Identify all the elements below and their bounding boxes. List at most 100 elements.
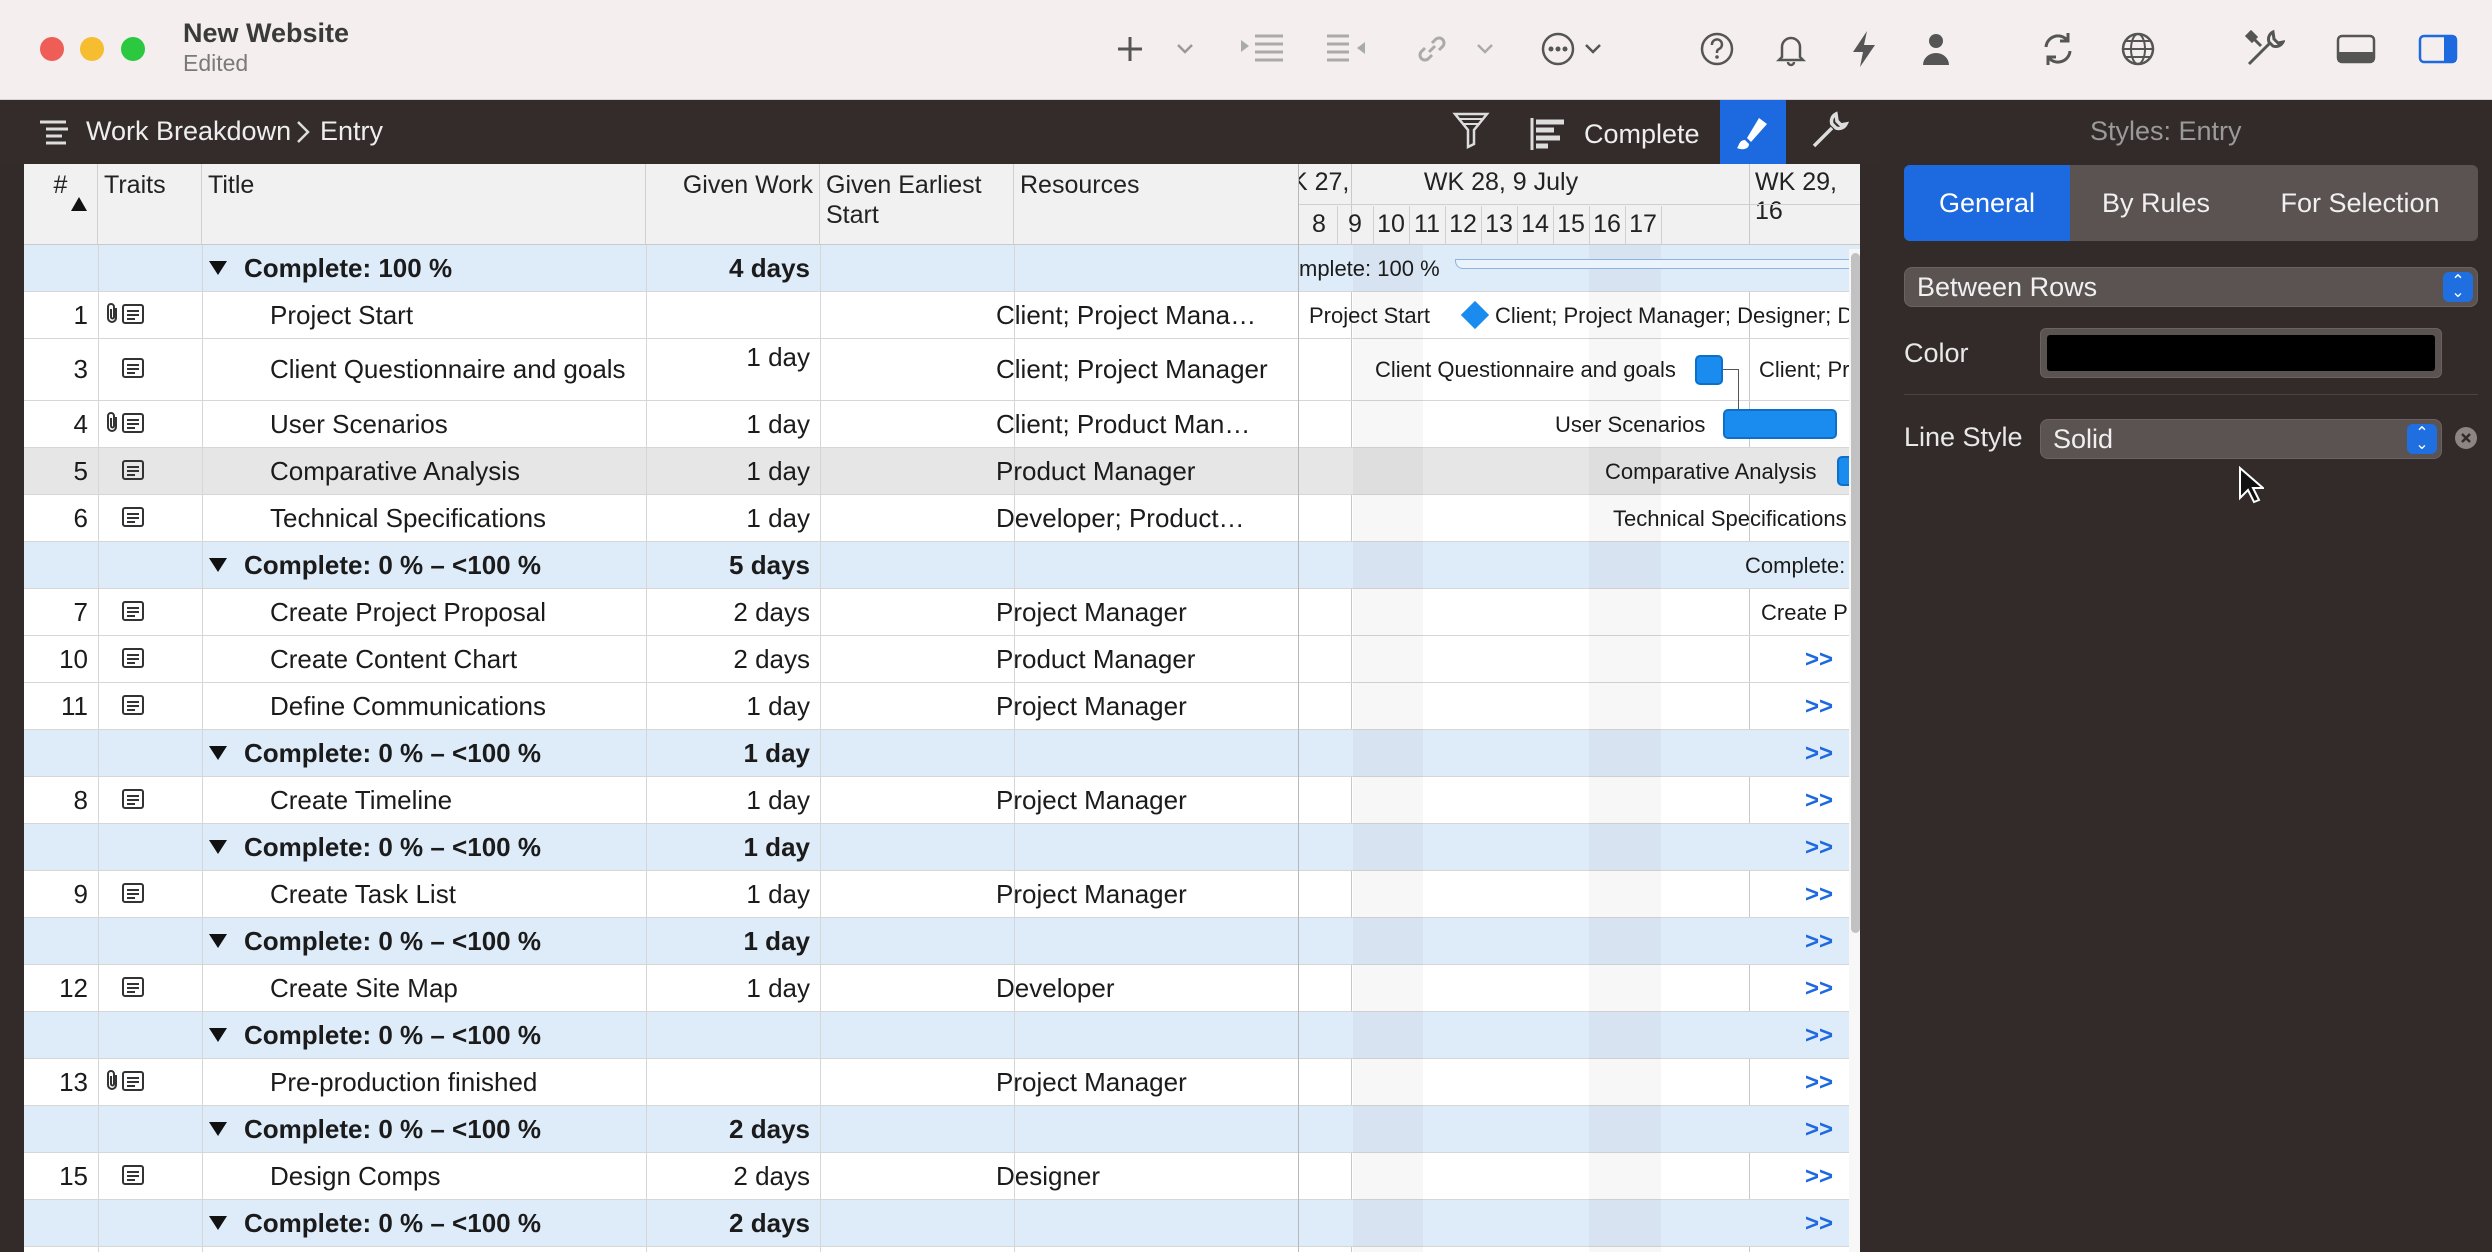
task-row[interactable]: 6 Technical Specifications 1 day Developer;…	[24, 495, 1299, 542]
task-resources[interactable]: Project Manager	[996, 777, 1296, 823]
line-style-select[interactable]: Solid ⌃ ⌄	[2040, 419, 2442, 459]
task-resources[interactable]: Client; Product Man…	[996, 401, 1296, 447]
task-row[interactable]: 1 Project Start Client; Project Mana…	[24, 292, 1299, 339]
task-work[interactable]: 1 day	[646, 777, 810, 823]
task-title[interactable]: Define Communications	[270, 683, 630, 729]
task-row[interactable]: 15 Design Comps 2 days Designer	[24, 1153, 1299, 1200]
more-button[interactable]	[1536, 26, 1606, 72]
sync-button[interactable]	[2036, 26, 2080, 72]
add-options-button[interactable]	[1170, 26, 1200, 72]
settings-button[interactable]	[1808, 110, 1852, 154]
task-title[interactable]: Create Timeline	[270, 777, 630, 823]
tools-button[interactable]	[2242, 26, 2286, 72]
gantt-scroll-thumb[interactable]	[1851, 253, 1860, 933]
breadcrumb-root[interactable]: Work Breakdown	[86, 116, 291, 147]
disclosure-triangle-icon[interactable]	[208, 556, 228, 574]
task-row[interactable]: 5 Comparative Analysis 1 day Product Manage…	[24, 448, 1299, 495]
task-title[interactable]: Create Project Proposal	[270, 589, 630, 635]
group-row[interactable]: Complete: 0 % – <100 % 1 day	[24, 824, 1299, 871]
disclosure-triangle-icon[interactable]	[208, 932, 228, 950]
tab-general[interactable]: General	[1904, 165, 2070, 241]
section-select[interactable]: Between Rows ⌃ ⌄	[1904, 267, 2478, 307]
task-resources[interactable]: Client; Project Manager	[996, 339, 1296, 400]
group-row[interactable]: Complete: 100 % 4 days	[24, 245, 1299, 292]
task-work[interactable]: 1 day	[646, 401, 810, 447]
task-title[interactable]: Client Questionnaire and goals	[270, 339, 630, 400]
task-row[interactable]: 13 Pre-production finished Project Manager	[24, 1059, 1299, 1106]
task-work[interactable]: 1 day	[646, 339, 810, 400]
filter-button[interactable]	[1452, 110, 1492, 154]
disclosure-triangle-icon[interactable]	[208, 1026, 228, 1044]
disclosure-triangle-icon[interactable]	[208, 1120, 228, 1138]
link-options-button[interactable]	[1470, 26, 1500, 72]
task-title[interactable]: Project Start	[270, 292, 630, 338]
task-work[interactable]: 2 days	[646, 589, 810, 635]
zoom-window-button[interactable]	[121, 37, 145, 61]
outline-view-icon[interactable]	[38, 118, 72, 148]
group-row[interactable]: Complete: 0 % – <100 % 5 days	[24, 542, 1299, 589]
minimize-window-button[interactable]	[80, 37, 104, 61]
task-resources[interactable]: Project Manager	[996, 1059, 1296, 1105]
group-row[interactable]: Complete: 0 % – <100 % 2 days	[24, 1200, 1299, 1247]
task-resources[interactable]: Product Manager	[996, 448, 1296, 494]
task-work[interactable]: 2 days	[646, 1153, 810, 1199]
task-bar[interactable]	[1695, 355, 1723, 385]
task-work[interactable]	[646, 292, 810, 338]
breadcrumb-leaf[interactable]: Entry	[320, 116, 383, 147]
task-bar[interactable]	[1723, 409, 1837, 439]
group-by-button[interactable]: Complete	[1530, 112, 1700, 156]
task-resources[interactable]: Project Manager	[996, 589, 1296, 635]
task-title[interactable]: Design Comps	[270, 1153, 630, 1199]
task-row[interactable]: 10 Create Content Chart 2 days Product Mana…	[24, 636, 1299, 683]
task-resources[interactable]: Designer	[996, 1153, 1296, 1199]
column-header-given-work[interactable]: Given Work	[646, 164, 820, 245]
task-resources[interactable]: Project Manager	[996, 683, 1296, 729]
color-well[interactable]	[2040, 328, 2442, 378]
task-title[interactable]: Comparative Analysis	[270, 448, 630, 494]
group-row[interactable]: Complete: 0 % – <100 %	[24, 1012, 1299, 1059]
task-resources[interactable]: Developer	[996, 965, 1296, 1011]
indent-button[interactable]	[1236, 26, 1288, 72]
group-row[interactable]: Complete: 0 % – <100 % 1 day	[24, 918, 1299, 965]
close-window-button[interactable]	[40, 37, 64, 61]
disclosure-triangle-icon[interactable]	[208, 838, 228, 856]
task-row[interactable]: 8 Create Timeline 1 day Project Manager	[24, 777, 1299, 824]
resources-button[interactable]	[1918, 26, 1954, 72]
task-work[interactable]: 1 day	[646, 495, 810, 541]
task-title[interactable]: Create Content Chart	[270, 636, 630, 682]
task-work[interactable]: 1 day	[646, 871, 810, 917]
gantt-scrollbar[interactable]	[1849, 249, 1860, 1252]
task-row[interactable]: 4 User Scenarios 1 day Client; Product Man…	[24, 401, 1299, 448]
column-header-traits[interactable]: Traits	[98, 164, 202, 245]
styles-button[interactable]	[1720, 100, 1786, 164]
task-work[interactable]: 1 day	[646, 965, 810, 1011]
clear-line-style-button[interactable]	[2455, 427, 2477, 449]
tab-by-rules[interactable]: By Rules	[2070, 165, 2242, 241]
task-row[interactable]: 3 Client Questionnaire and goals 1 day Clie…	[24, 339, 1299, 401]
notifications-button[interactable]	[1771, 26, 1811, 72]
column-header-title[interactable]: Title	[202, 164, 646, 245]
task-row[interactable]: 7 Create Project Proposal 2 days Project Ma…	[24, 589, 1299, 636]
publish-button[interactable]	[2118, 26, 2158, 72]
tab-for-selection[interactable]: For Selection	[2242, 165, 2478, 241]
automation-button[interactable]	[1846, 26, 1882, 72]
task-title[interactable]: Technical Specifications	[270, 495, 630, 541]
task-work[interactable]: 1 day	[646, 683, 810, 729]
disclosure-triangle-icon[interactable]	[208, 259, 228, 277]
task-resources[interactable]: Product Manager	[996, 636, 1296, 682]
task-resources[interactable]: Client; Project Mana…	[996, 292, 1296, 338]
task-resources[interactable]: Developer; Product…	[996, 495, 1296, 541]
task-work[interactable]: 2 days	[646, 636, 810, 682]
task-row[interactable]: 9 Create Task List 1 day Project Manager	[24, 871, 1299, 918]
link-button[interactable]	[1412, 26, 1452, 72]
group-row[interactable]: Complete: 0 % – <100 % 1 day	[24, 730, 1299, 777]
task-row[interactable]: 11 Define Communications 1 day Project Mana…	[24, 683, 1299, 730]
task-work[interactable]: 1 day	[646, 448, 810, 494]
add-button[interactable]	[1110, 26, 1150, 72]
disclosure-triangle-icon[interactable]	[208, 1214, 228, 1232]
toggle-bottom-panel-button[interactable]	[2334, 26, 2378, 72]
task-title[interactable]: Create Task List	[270, 871, 630, 917]
task-row[interactable]: 12 Create Site Map 1 day Developer	[24, 965, 1299, 1012]
group-row[interactable]: Complete: 0 % – <100 % 2 days	[24, 1106, 1299, 1153]
task-resources[interactable]: Project Manager	[996, 871, 1296, 917]
